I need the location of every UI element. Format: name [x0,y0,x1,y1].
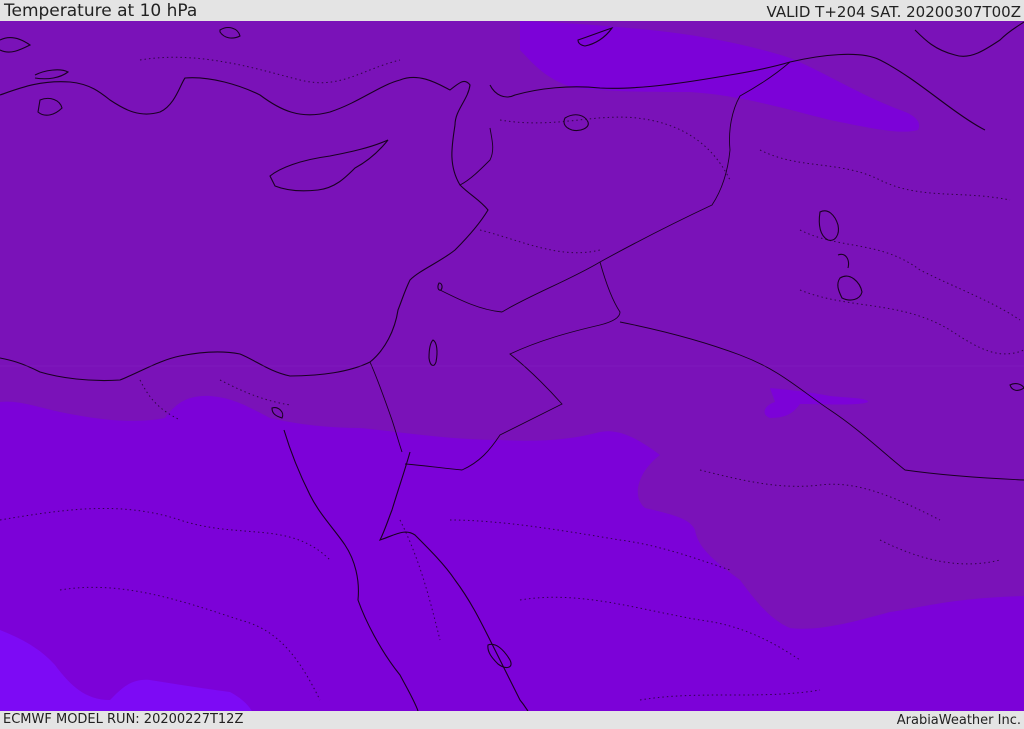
header-bar: Temperature at 10 hPa VALID T+204 SAT. 2… [0,0,1024,21]
footer-bar: ECMWF MODEL RUN: 20200227T12Z ArabiaWeat… [0,711,1024,729]
model-run-label: ECMWF MODEL RUN: 20200227T12Z [3,712,244,727]
credit-label: ArabiaWeather Inc. [896,713,1021,728]
map-title: Temperature at 10 hPa [4,1,198,21]
valid-time: VALID T+204 SAT. 20200307T00Z [766,3,1021,21]
temperature-map [0,21,1024,711]
